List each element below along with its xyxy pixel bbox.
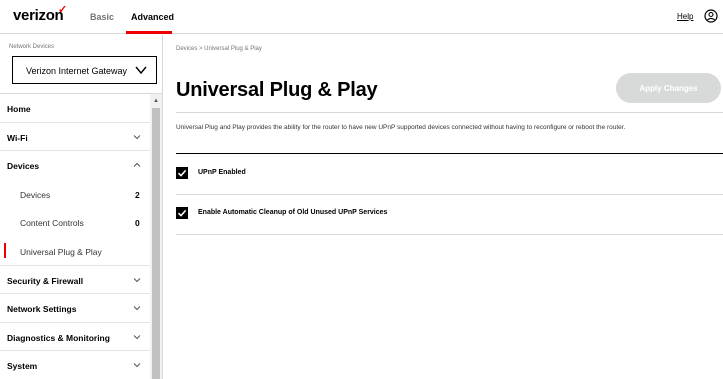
upnp-enabled-label: UPnP Enabled bbox=[198, 169, 246, 176]
sidebar-item-label: Wi-Fi bbox=[7, 132, 28, 143]
chevron-down-icon bbox=[133, 306, 141, 311]
tab-advanced[interactable]: Advanced bbox=[131, 12, 174, 22]
auto-cleanup-checkbox[interactable] bbox=[176, 207, 188, 219]
device-select-value: Verizon Internet Gateway bbox=[26, 66, 128, 76]
sidebar-item-devices[interactable]: Devices bbox=[0, 151, 150, 180]
auto-cleanup-label: Enable Automatic Cleanup of Old Unused U… bbox=[198, 209, 388, 216]
sidebar-item-network-settings[interactable]: Network Settings bbox=[0, 294, 150, 323]
device-select[interactable]: Verizon Internet Gateway bbox=[12, 56, 157, 84]
sidebar-nav: Home Wi-Fi Devices Devices 2 Content Con… bbox=[0, 94, 150, 379]
sidebar-item-label: Diagnostics & Monitoring bbox=[7, 332, 110, 343]
page-description: Universal Plug and Play provides the abi… bbox=[176, 124, 626, 131]
active-tab-indicator bbox=[126, 31, 172, 34]
scroll-up-arrow-icon[interactable]: ▲ bbox=[153, 98, 159, 104]
sidebar: Network Devices Verizon Internet Gateway… bbox=[0, 35, 163, 379]
sidebar-item-security-firewall[interactable]: Security & Firewall bbox=[0, 266, 150, 295]
upnp-enabled-checkbox[interactable] bbox=[176, 167, 188, 179]
sidebar-item-diagnostics-monitoring[interactable]: Diagnostics & Monitoring bbox=[0, 323, 150, 352]
breadcrumb[interactable]: Devices > Universal Plug & Play bbox=[176, 46, 262, 52]
content-controls-count-badge: 0 bbox=[135, 218, 140, 229]
chevron-up-icon bbox=[133, 162, 141, 168]
tab-basic[interactable]: Basic bbox=[90, 12, 114, 22]
checkmark-icon bbox=[177, 169, 187, 177]
chevron-down-icon bbox=[133, 363, 141, 368]
scrollbar-thumb[interactable] bbox=[152, 108, 160, 379]
page-title: Universal Plug & Play bbox=[176, 79, 378, 101]
chevron-down-icon bbox=[135, 66, 147, 75]
help-link[interactable]: Help bbox=[677, 12, 693, 21]
verizon-check-icon: ✓ bbox=[58, 4, 68, 16]
chevron-down-icon bbox=[133, 134, 141, 139]
chevron-down-icon bbox=[133, 334, 141, 339]
upnp-enabled-option: UPnP Enabled bbox=[176, 154, 723, 194]
checkmark-icon bbox=[177, 209, 187, 217]
network-devices-label: Network Devices bbox=[9, 44, 55, 50]
divider bbox=[176, 234, 723, 235]
sidebar-item-system[interactable]: System bbox=[0, 351, 150, 379]
divider bbox=[176, 112, 723, 113]
sidebar-item-label: Devices bbox=[20, 189, 51, 200]
sidebar-subitem-universal-plug-play[interactable]: Universal Plug & Play bbox=[0, 237, 150, 266]
user-icon[interactable] bbox=[704, 9, 718, 23]
sidebar-subitem-content-controls[interactable]: Content Controls 0 bbox=[0, 208, 150, 237]
sidebar-scrollbar[interactable]: ▲ bbox=[150, 94, 162, 379]
apply-changes-button[interactable]: Apply Changes bbox=[616, 73, 721, 103]
verizon-logo[interactable]: verizon bbox=[13, 7, 64, 24]
sidebar-item-label: Content Controls bbox=[20, 218, 84, 229]
auto-cleanup-option: Enable Automatic Cleanup of Old Unused U… bbox=[176, 194, 723, 234]
sidebar-item-label: Security & Firewall bbox=[7, 275, 84, 286]
sidebar-item-label: Devices bbox=[7, 161, 40, 172]
sidebar-item-label: Network Settings bbox=[7, 304, 77, 315]
sidebar-item-label: System bbox=[7, 361, 38, 372]
chevron-down-icon bbox=[133, 277, 141, 282]
top-bar: verizon ✓ Basic Advanced Help bbox=[0, 0, 723, 34]
sidebar-item-home[interactable]: Home bbox=[0, 94, 150, 123]
sidebar-subitem-devices[interactable]: Devices 2 bbox=[0, 180, 150, 209]
active-item-indicator bbox=[4, 242, 6, 258]
sidebar-item-label: Home bbox=[7, 104, 31, 114]
sidebar-item-wifi[interactable]: Wi-Fi bbox=[0, 123, 150, 152]
sidebar-item-label: Universal Plug & Play bbox=[20, 246, 102, 257]
device-count-badge: 2 bbox=[135, 189, 140, 200]
